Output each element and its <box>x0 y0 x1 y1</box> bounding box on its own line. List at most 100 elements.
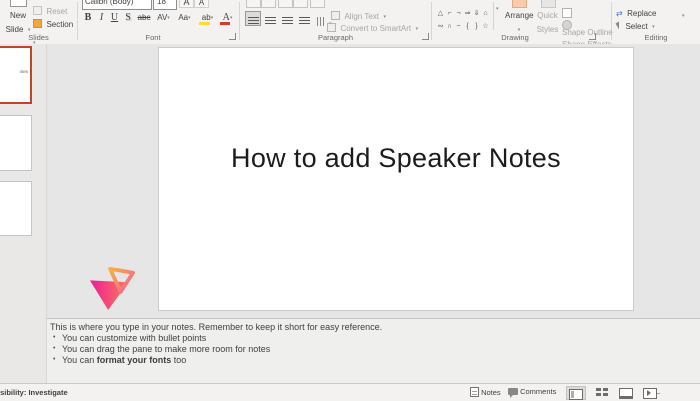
highlight-color-swatch <box>199 22 210 25</box>
character-spacing-glyph: AV <box>157 13 168 22</box>
font-size-value: 18 <box>157 0 166 6</box>
justify-button[interactable] <box>296 11 312 26</box>
character-spacing-button[interactable]: AV▾ <box>153 10 174 27</box>
shape-left-brace-icon[interactable]: { <box>463 20 472 33</box>
slideshow-icon <box>643 388 657 399</box>
accessibility-status-text: Accessibility: Investigate <box>0 388 68 397</box>
shapes-gallery-more-button[interactable]: ▾ <box>493 2 504 30</box>
reset-button[interactable]: Reset <box>33 1 75 16</box>
gallery-more-icon: ▾ <box>496 6 499 12</box>
convert-to-smartart-button[interactable]: Convert to SmartArt ▾ <box>327 18 427 33</box>
accessibility-status[interactable]: Accessibility: Investigate <box>0 388 110 397</box>
drawing-group-label: Drawing <box>501 33 529 42</box>
powerpoint-window: New Slide ▾ Reset Section ▾ Slides Calib… <box>0 0 700 401</box>
text-shadow-button[interactable]: S <box>121 10 135 27</box>
align-left-icon <box>247 17 259 26</box>
font-dialog-launcher-icon[interactable] <box>229 33 236 40</box>
section-folder-icon <box>33 19 42 28</box>
strikethrough-button[interactable]: abc <box>135 10 153 27</box>
underline-glyph: U <box>110 12 119 23</box>
shape-curve-icon[interactable]: ~ <box>454 20 463 33</box>
slide-thumbnail-2[interactable] <box>0 115 32 171</box>
bold-button[interactable]: B <box>81 10 95 27</box>
chevron-down-icon: ▾ <box>229 16 233 21</box>
comments-bubble-icon <box>508 388 518 398</box>
quick-styles-button[interactable]: Quick Styles ▾ <box>534 0 561 34</box>
font-size-combobox[interactable]: 18 <box>153 0 177 10</box>
shape-arc-icon[interactable]: ∩ <box>445 20 454 33</box>
decrease-font-size-button[interactable]: A <box>194 0 209 8</box>
chevron-down-icon: ▾ <box>188 15 191 21</box>
decrease-indent-button[interactable] <box>278 0 293 8</box>
zoom-out-button[interactable]: – <box>656 388 660 397</box>
slide-canvas: How to add Speaker Notes <box>47 44 700 318</box>
select-label: Select <box>625 22 648 31</box>
shape-right-brace-icon[interactable]: } <box>472 20 481 33</box>
notes-toggle-button[interactable]: Notes <box>470 387 501 397</box>
slide-thumbnail-1-selected[interactable]: otes <box>0 46 32 104</box>
font-group-label: Font <box>145 33 161 42</box>
view-normal-button[interactable] <box>566 386 586 400</box>
align-left-button[interactable] <box>245 11 261 26</box>
line-spacing-button[interactable] <box>310 0 325 8</box>
shape-star-icon[interactable]: ☆ <box>481 20 490 33</box>
font-name-combobox[interactable]: Calibri (Body) <box>82 0 152 10</box>
align-center-button[interactable] <box>262 11 278 26</box>
align-text-button[interactable]: Align Text ▾ <box>331 6 403 21</box>
increase-font-size-glyph: A <box>183 0 190 7</box>
replace-button[interactable]: ⇄ Replace <box>616 3 674 18</box>
view-reading-button[interactable] <box>616 386 636 400</box>
section-label: Section <box>46 20 74 29</box>
font-color-button[interactable]: A▾ <box>218 10 237 27</box>
increase-font-size-button[interactable]: A <box>179 0 194 8</box>
numbering-button[interactable] <box>261 0 276 8</box>
arrange-button[interactable]: Arrange ▾ <box>505 0 533 33</box>
shape-outline-button[interactable]: Shape Outline ▾ <box>562 4 613 37</box>
shape-scribble-icon[interactable]: ∾ <box>436 20 445 33</box>
drawing-dialog-launcher-icon[interactable] <box>589 33 596 40</box>
decrease-font-size-glyph: A <box>198 0 205 7</box>
notes-bullet-3-pre: You can <box>62 355 97 365</box>
font-color-swatch <box>220 22 230 25</box>
new-slide-button[interactable]: New Slide ▾ <box>3 0 33 34</box>
underline-button[interactable]: U <box>108 10 121 27</box>
slide-sorter-icon <box>596 388 608 397</box>
slide-editing-area[interactable]: How to add Speaker Notes <box>158 47 634 311</box>
notes-intro-line[interactable]: This is where you type in your notes. Re… <box>50 322 382 332</box>
minus-icon: – <box>656 388 661 397</box>
shape-effects-button[interactable]: Shape Effects ▾ <box>562 16 612 44</box>
shapes-gallery[interactable]: △ ⌐ ¬ ⇒ ⇓ ⌂ ∾ ∩ ~{} ☆ <box>436 2 492 30</box>
align-right-button[interactable] <box>279 11 295 26</box>
notes-pane[interactable]: This is where you type in your notes. Re… <box>47 318 700 383</box>
notes-bullet-3-post: too <box>171 355 187 365</box>
slide-thumbnail-3[interactable] <box>0 181 32 236</box>
view-slide-sorter-button[interactable] <box>592 386 612 400</box>
select-button[interactable]: Select ▾ <box>615 16 665 31</box>
change-case-button[interactable]: Aa▾ <box>174 10 195 27</box>
chevron-down-icon: ▾ <box>167 15 170 21</box>
text-highlight-color-button[interactable]: ab▾ <box>197 10 218 27</box>
replace-dropdown-button[interactable]: ▾ <box>682 5 694 19</box>
slide-title-text[interactable]: How to add Speaker Notes <box>159 143 633 174</box>
increase-indent-button[interactable] <box>293 0 308 8</box>
section-button[interactable]: Section ▾ <box>33 14 79 44</box>
chevron-down-icon: ▾ <box>210 15 214 21</box>
comments-toggle-button[interactable]: Comments <box>508 387 556 398</box>
font-name-value: Calibri (Body) <box>85 0 134 6</box>
notes-bullet-2[interactable]: You can drag the pane to make more room … <box>62 344 270 354</box>
bullet-icon: • <box>53 334 56 341</box>
columns-icon <box>316 17 325 26</box>
italic-button[interactable]: I <box>95 10 108 27</box>
bullet-icon: • <box>53 356 56 363</box>
bold-glyph: B <box>84 12 92 23</box>
notes-bullet-3[interactable]: You can format your fonts too <box>62 355 186 365</box>
justify-icon <box>298 17 310 26</box>
chevron-down-icon: ▾ <box>652 24 655 30</box>
paragraph-dialog-launcher-icon[interactable] <box>422 33 429 40</box>
convert-to-smartart-label: Convert to SmartArt <box>340 24 412 33</box>
notes-bullet-1[interactable]: You can customize with bullet points <box>62 333 206 343</box>
chevron-down-icon: ▾ <box>415 26 419 32</box>
arrange-icon <box>512 0 527 8</box>
notes-page-icon <box>470 387 479 397</box>
bullets-button[interactable] <box>246 0 261 8</box>
